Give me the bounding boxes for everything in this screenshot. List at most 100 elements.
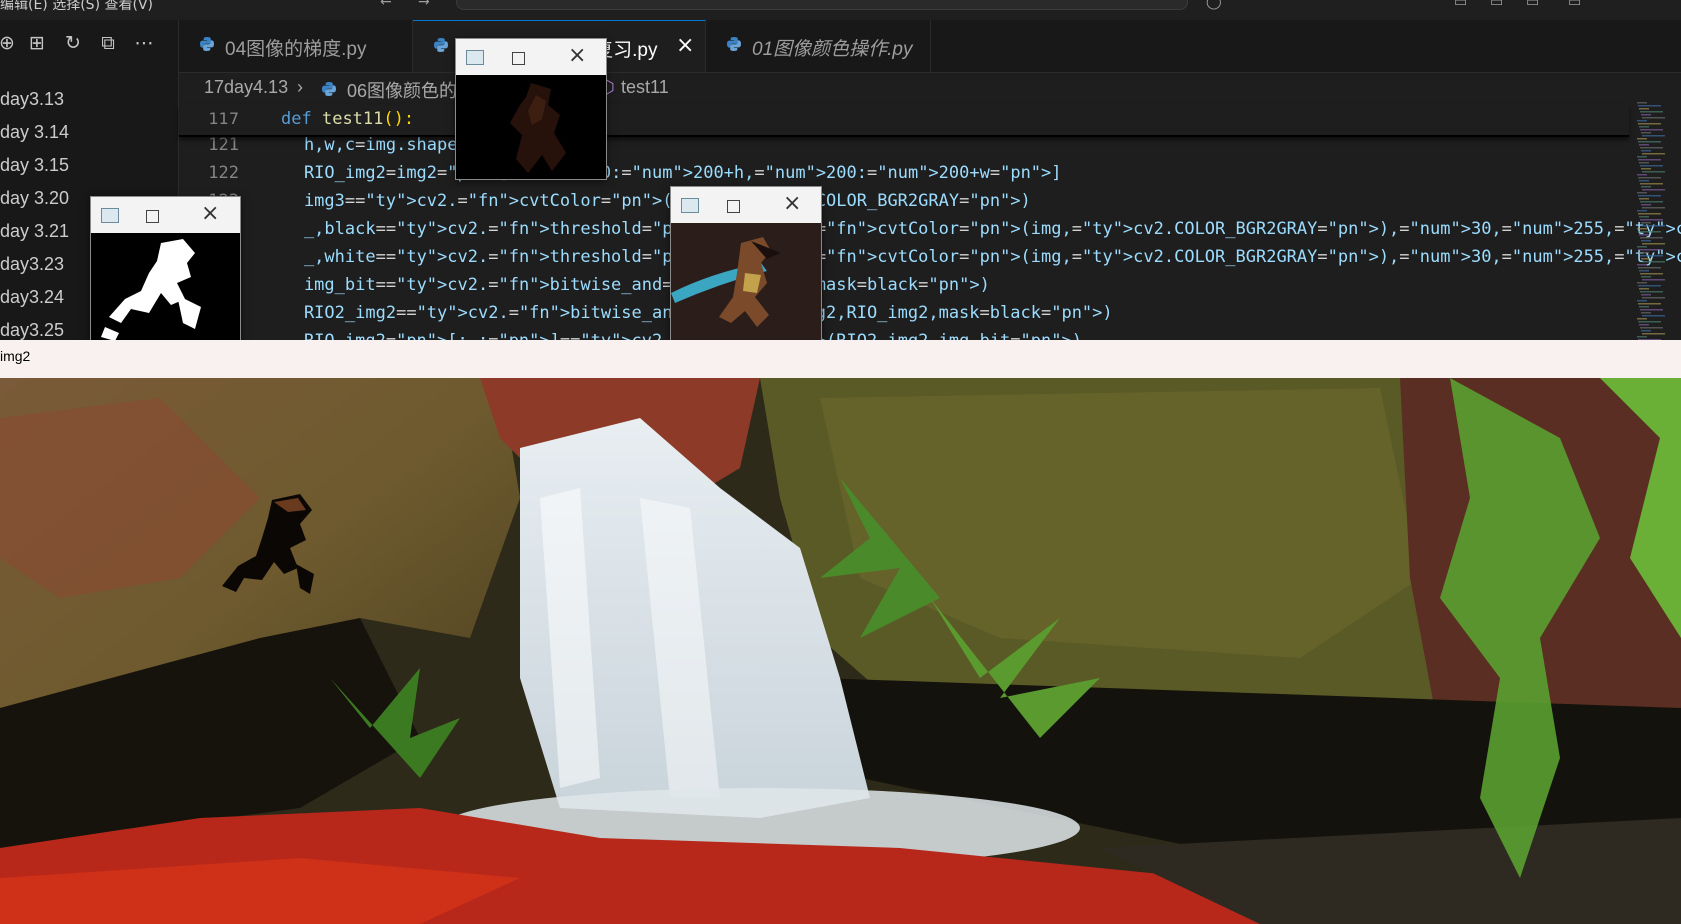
maximize-icon[interactable] xyxy=(727,200,740,213)
minimap-line xyxy=(1637,156,1647,158)
minimap-line xyxy=(1637,174,1647,176)
folder-item[interactable]: day 3.14 xyxy=(0,122,69,143)
minimap-line xyxy=(1641,258,1651,260)
code-line[interactable]: _,white=="ty">cv2.="fn">threshold="pn">(… xyxy=(263,247,1681,267)
minimap-line xyxy=(1642,243,1665,245)
folder-item[interactable]: day 3.15 xyxy=(0,155,69,176)
copilot-icon[interactable]: ◯ xyxy=(1206,0,1222,10)
folder-item[interactable]: day3.23 xyxy=(0,254,64,275)
minimap[interactable] xyxy=(1635,100,1681,340)
minimap-line xyxy=(1638,105,1661,107)
minimap-line xyxy=(1639,126,1649,128)
app-icon xyxy=(681,198,699,213)
img2-window[interactable]: img2 xyxy=(0,340,1681,924)
app-icon xyxy=(101,208,119,223)
minimap-line xyxy=(1642,297,1665,299)
tab-color-op-file[interactable]: 01图像颜色操作.py xyxy=(706,20,931,72)
minimap-line xyxy=(1640,255,1663,257)
close-icon[interactable]: × xyxy=(676,33,694,58)
minimap-line xyxy=(1641,186,1651,188)
python-icon xyxy=(200,37,214,51)
vscode-window: 编辑(E) 选择(S) 查看(V) ← → ◯ ▭ ▭ ▭ ▭ ⊕ ⊞ ↻ ⧉ … xyxy=(0,0,1681,340)
collapse-all-icon[interactable]: ⧉ xyxy=(95,32,121,54)
code-editor[interactable]: 121 h,w,c=img.shape 122 RIO_img2=img2="pn… xyxy=(179,105,1681,340)
tab-gradient-file[interactable]: 04图像的梯度.py xyxy=(179,20,413,72)
minimap-line xyxy=(1639,144,1649,146)
code-line[interactable]: img3=="ty">cv2.="fn">cvtColor="pn">(img,… xyxy=(263,191,1031,211)
minimap-line xyxy=(1639,216,1649,218)
minimap-line xyxy=(1641,276,1651,278)
folder-item[interactable]: day 3.20 xyxy=(0,188,69,209)
close-icon[interactable]: × xyxy=(201,201,219,226)
window-title-bar[interactable]: × xyxy=(671,187,821,223)
cv-window-img-bit[interactable]: × xyxy=(455,38,607,180)
folder-item[interactable]: day3.25 xyxy=(0,320,64,340)
layout-panel-icon[interactable]: ▭ xyxy=(1454,0,1467,10)
window-title: img2 xyxy=(0,348,31,364)
minimap-line xyxy=(1637,192,1647,194)
folder-item[interactable]: day 3.21 xyxy=(0,221,69,242)
minimap-line xyxy=(1639,198,1649,200)
window-title-bar[interactable]: × xyxy=(456,39,606,75)
minimap-line xyxy=(1640,129,1663,131)
maximize-icon[interactable] xyxy=(146,210,159,223)
minimap-line xyxy=(1642,135,1665,137)
code-line[interactable]: h,w,c=img.shape xyxy=(263,135,458,155)
command-center-search[interactable] xyxy=(456,0,1188,10)
minimap-line xyxy=(1639,270,1649,272)
breadcrumb-file[interactable]: 06图像颜色的 xyxy=(347,77,457,103)
minimap-line xyxy=(1642,333,1665,335)
minimap-line xyxy=(1637,264,1647,266)
folder-item[interactable]: day3.13 xyxy=(0,89,64,110)
minimap-line xyxy=(1639,108,1649,110)
forward-arrow-icon[interactable]: → xyxy=(418,0,430,10)
code-line[interactable]: _,black=="ty">cv2.="fn">threshold="pn">(… xyxy=(263,219,1681,239)
close-icon[interactable]: × xyxy=(568,43,586,68)
back-arrow-icon[interactable]: ← xyxy=(380,0,392,10)
layout-bottom-icon[interactable]: ▭ xyxy=(1526,0,1539,10)
sticky-code: def test11(): xyxy=(281,109,415,129)
minimap-line xyxy=(1639,180,1649,182)
minimap-line xyxy=(1640,111,1663,113)
minimap-line xyxy=(1642,225,1665,227)
minimap-line xyxy=(1642,315,1665,317)
window-title-bar[interactable]: × xyxy=(91,197,240,233)
minimap-line xyxy=(1641,114,1651,116)
title-bar: 编辑(E) 选择(S) 查看(V) ← → ◯ ▭ ▭ ▭ ▭ xyxy=(0,0,1681,21)
refresh-icon[interactable]: ↻ xyxy=(60,32,86,54)
close-icon[interactable]: × xyxy=(783,191,801,216)
minimap-line xyxy=(1642,171,1665,173)
minimap-line xyxy=(1640,237,1663,239)
minimap-line xyxy=(1641,222,1651,224)
binary-mask-image xyxy=(91,233,240,341)
minimap-line xyxy=(1637,228,1647,230)
breadcrumb-symbol[interactable]: test11 xyxy=(621,77,669,98)
breadcrumb-folder[interactable]: 17day4.13 xyxy=(204,77,288,98)
more-actions-icon[interactable]: ⋯ xyxy=(131,32,157,54)
new-file-icon[interactable]: ⊕ xyxy=(0,32,20,54)
code-line[interactable]: img_bit=="ty">cv2.="fn">bitwise_and="pn"… xyxy=(263,275,990,295)
python-icon xyxy=(322,82,336,96)
minimap-line xyxy=(1639,234,1649,236)
cv-window-black-mask[interactable]: × xyxy=(90,196,241,342)
code-line[interactable]: RIO_img2=img2="pn">[="num">200:="num">20… xyxy=(263,163,1062,183)
cv-window-character[interactable]: × xyxy=(670,186,822,342)
sticky-scroll-header[interactable]: 117 def test11(): xyxy=(179,105,1629,137)
waterfall-image xyxy=(0,378,1681,924)
minimap-line xyxy=(1639,252,1649,254)
minimap-line xyxy=(1638,177,1661,179)
minimap-line xyxy=(1637,282,1647,284)
chevron-right-icon: › xyxy=(297,77,303,97)
menu-bar[interactable]: 编辑(E) 选择(S) 查看(V) xyxy=(0,0,153,14)
minimap-line xyxy=(1638,267,1661,269)
customize-layout-icon[interactable]: ▭ xyxy=(1568,0,1581,10)
folder-item[interactable]: day3.24 xyxy=(0,287,64,308)
maximize-icon[interactable] xyxy=(512,52,525,65)
minimap-line xyxy=(1642,153,1665,155)
minimap-line xyxy=(1637,210,1647,212)
layout-sidebar-icon[interactable]: ▭ xyxy=(1490,0,1503,10)
new-folder-icon[interactable]: ⊞ xyxy=(24,32,50,54)
minimap-line xyxy=(1638,213,1661,215)
minimap-line xyxy=(1640,219,1663,221)
minimap-line xyxy=(1638,159,1661,161)
